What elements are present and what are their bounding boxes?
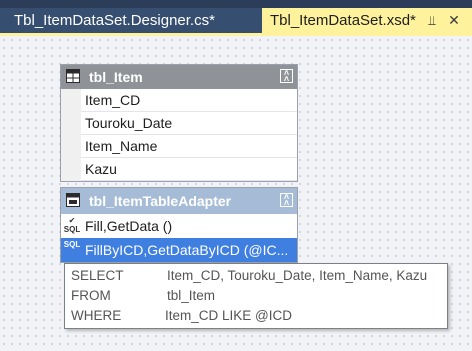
column-row[interactable]: Item_CD: [61, 89, 297, 112]
column-row[interactable]: Item_Name: [61, 135, 297, 158]
row-selector[interactable]: [61, 158, 81, 181]
tableadapter-header[interactable]: tbl_ItemTableAdapter ˄ ˄: [61, 188, 297, 214]
query-row-fillbyicd[interactable]: SQL FillByICD,GetDataByICD (@IC...: [61, 238, 297, 262]
column-name: Touroku_Date: [81, 112, 297, 135]
tab-dataset-xsd[interactable]: Tbl_ItemDataSet.xsd* ⫫ ✕: [262, 8, 472, 33]
column-name: Item_Name: [81, 135, 297, 158]
query-label: FillByICD,GetDataByICD (@IC...: [85, 242, 289, 258]
datatable-box[interactable]: tbl_Item ˄ ˄ Item_CD Touroku_Date Item_Na…: [60, 64, 298, 182]
collapse-icon[interactable]: ˄ ˄: [280, 193, 293, 208]
sql-keyword: FROM: [71, 288, 111, 303]
tab-label: Tbl_ItemDataSet.Designer.cs*: [14, 12, 215, 29]
column-name: Kazu: [81, 158, 297, 181]
query-row-fill[interactable]: ✔ SQL Fill,GetData (): [61, 214, 297, 238]
tab-label: Tbl_ItemDataSet.xsd*: [270, 12, 416, 29]
datatable-title: tbl_Item: [89, 69, 143, 85]
sql-clause: Item_CD, Touroku_Date, Item_Name, Kazu: [167, 268, 428, 283]
column-name: Item_CD: [81, 89, 297, 112]
row-selector[interactable]: [61, 112, 81, 135]
table-icon: [66, 69, 80, 83]
datatable-columns: Item_CD Touroku_Date Item_Name Kazu: [61, 89, 297, 181]
sql-keyword: WHERE: [71, 308, 122, 323]
sql-keyword: SELECT: [71, 268, 124, 283]
tableadapter-title: tbl_ItemTableAdapter: [89, 193, 232, 209]
sql-query-icon: SQL: [63, 240, 81, 249]
tab-designer-cs[interactable]: Tbl_ItemDataSet.Designer.cs*: [0, 8, 262, 33]
sql-clause: Item_CD LIKE @ICD: [165, 308, 292, 323]
document-tab-strip: Tbl_ItemDataSet.Designer.cs* Tbl_ItemDat…: [0, 0, 472, 33]
query-tooltip: SELECT Item_CD, Touroku_Date, Item_Name,…: [64, 263, 448, 329]
close-icon[interactable]: ✕: [446, 8, 462, 33]
query-label: Fill,GetData (): [85, 218, 173, 234]
table-adapter-icon: [66, 193, 80, 207]
pin-icon[interactable]: ⫫: [424, 8, 440, 33]
sql-clause: tbl_Item: [167, 288, 216, 303]
row-selector[interactable]: [61, 135, 81, 158]
datatable-header[interactable]: tbl_Item ˄ ˄: [61, 65, 297, 89]
column-row[interactable]: Touroku_Date: [61, 112, 297, 135]
sql-query-icon: ✔ SQL: [63, 216, 81, 234]
collapse-icon[interactable]: ˄ ˄: [280, 69, 293, 84]
tableadapter-box[interactable]: tbl_ItemTableAdapter ˄ ˄ ✔ SQL Fill,GetDat…: [60, 187, 298, 263]
column-row[interactable]: Kazu: [61, 158, 297, 181]
row-selector[interactable]: [61, 89, 81, 112]
